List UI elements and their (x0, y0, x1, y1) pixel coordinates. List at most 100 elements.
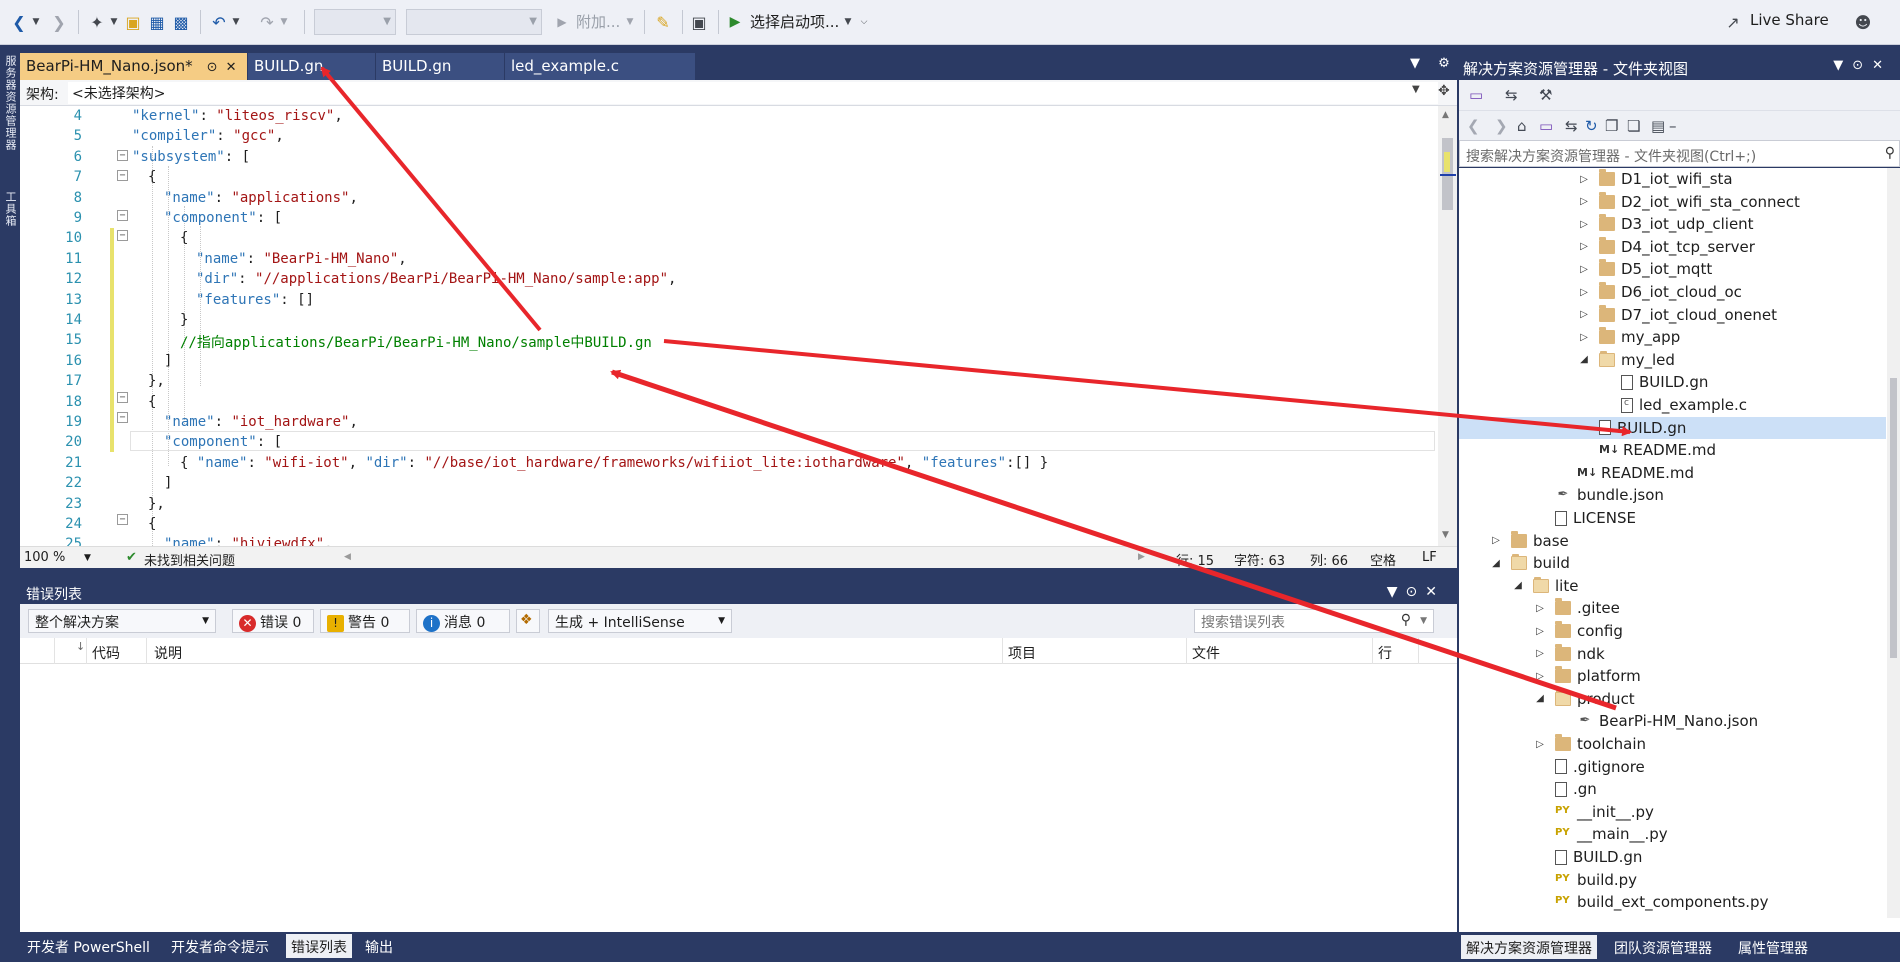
start-play-icon[interactable]: ▶ (726, 10, 744, 34)
properties-icon[interactable]: ▤ (1651, 117, 1665, 135)
close-icon[interactable]: ✕ (1872, 58, 1892, 73)
sync-icon[interactable]: ⇆ (1505, 86, 1518, 104)
tree-node[interactable]: ◢ build (1489, 552, 1570, 574)
col-project[interactable]: 项目 (1008, 643, 1036, 663)
search-icon[interactable]: ⚲ (1401, 612, 1411, 628)
zoom-level[interactable]: 100 % (24, 550, 65, 565)
collapse-arrow-icon[interactable]: ◢ (1511, 580, 1525, 591)
window-position-icon[interactable]: ▼ (1833, 58, 1852, 73)
search-icon[interactable]: ⚲ (1885, 145, 1895, 161)
tab-settings-gear-icon[interactable]: ⚙ (1438, 56, 1450, 71)
tab-bearpi-json[interactable]: BearPi-HM_Nano.json* ⊙ ✕ (20, 53, 247, 80)
line-indicator[interactable]: 行: 15 (1176, 550, 1214, 569)
scroll-up-icon[interactable]: ▲ (1442, 110, 1449, 120)
solution-search-input[interactable]: 搜索解决方案资源管理器 - 文件夹视图(Ctrl+;) ⚲ (1459, 140, 1900, 167)
tree-node[interactable]: .gn (1533, 778, 1597, 800)
fold-toggle-icon[interactable]: − (117, 230, 128, 241)
visual-studio-icon[interactable]: ▭ (1469, 86, 1483, 104)
tree-node[interactable]: ▷ ndk (1533, 643, 1605, 665)
fold-toggle-icon[interactable]: − (117, 412, 128, 423)
sync-active-icon[interactable]: ⇆ (1565, 117, 1578, 135)
tree-node[interactable]: ◢ my_led (1577, 349, 1675, 371)
code-line[interactable]: { (148, 516, 156, 532)
tree-node[interactable]: PY build_ext_components.py (1533, 891, 1768, 913)
char-indicator[interactable]: 字符: 63 (1234, 550, 1285, 569)
code-line[interactable]: "name": "BearPi-HM_Nano", (196, 251, 407, 267)
issues-status[interactable]: 未找到相关问题 (144, 550, 235, 569)
expand-arrow-icon[interactable]: ▷ (1533, 626, 1547, 637)
expand-arrow-icon[interactable]: ▷ (1577, 174, 1591, 185)
col-indicator[interactable]: 列: 66 (1310, 550, 1348, 569)
sort-icon[interactable]: ↓ (76, 640, 85, 653)
expand-arrow-icon[interactable]: ▷ (1533, 739, 1547, 750)
expand-arrow-icon[interactable]: ▷ (1577, 219, 1591, 230)
chevron-down-icon[interactable]: ▼ (1412, 84, 1420, 95)
code-line[interactable]: "features": [] (196, 292, 314, 308)
collapse-arrow-icon[interactable]: ◢ (1533, 693, 1547, 704)
warnings-filter-button[interactable]: ! 警告 0 (320, 609, 410, 633)
collapse-arrow-icon[interactable]: ◢ (1577, 354, 1591, 365)
scroll-left-icon[interactable]: ◀ (344, 552, 351, 562)
toolbox-tab[interactable]: 工具箱 (2, 191, 18, 227)
tree-scrollbar[interactable] (1887, 168, 1900, 918)
show-all-files-icon[interactable]: ❏ (1627, 117, 1640, 135)
tree-node[interactable]: ▷ D2_iot_wifi_sta_connect (1577, 191, 1800, 213)
platform-combo[interactable]: ▼ (406, 9, 542, 35)
expand-arrow-icon[interactable]: ▷ (1577, 196, 1591, 207)
tree-node[interactable]: ▷ D7_iot_cloud_onenet (1577, 304, 1777, 326)
code-line[interactable]: "kernel": "liteos_riscv", (132, 108, 343, 124)
account-icon[interactable]: ☻ (1850, 10, 1876, 34)
expand-arrow-icon[interactable]: ▷ (1533, 648, 1547, 659)
scope-select[interactable]: 整个解决方案 ▼ (28, 609, 216, 633)
code-line[interactable]: "name": "iot_hardware", (164, 414, 358, 430)
tree-node[interactable]: M↓ README.md (1555, 462, 1694, 484)
tree-node[interactable]: ◢ product (1533, 688, 1635, 710)
find-in-files-icon[interactable]: ✎ (652, 10, 674, 34)
col-code[interactable]: 代码 (92, 643, 120, 663)
error-search-input[interactable]: 搜索错误列表 ⚲ ▼ (1194, 609, 1434, 633)
scroll-down-icon[interactable]: ▼ (1442, 530, 1449, 540)
errors-filter-button[interactable]: ✕ 错误 0 (232, 609, 314, 633)
code-line[interactable]: { (148, 394, 156, 410)
save-icon[interactable]: ▦ (146, 10, 168, 34)
tree-node[interactable]: PY build.py (1533, 869, 1637, 891)
tree-node[interactable]: BUILD.gn (1533, 846, 1642, 868)
expand-arrow-icon[interactable]: ▷ (1533, 671, 1547, 682)
save-all-icon[interactable]: ▩ (170, 10, 192, 34)
window-position-icon[interactable]: ▼ (1387, 584, 1406, 600)
tree-node[interactable]: ▷ D6_iot_cloud_oc (1577, 281, 1742, 303)
pin-icon[interactable]: ⊙ (1852, 58, 1872, 73)
code-line[interactable]: "dir": "//applications/BearPi/BearPi-HM_… (196, 271, 676, 287)
tree-node[interactable]: PY __init__.py (1533, 801, 1654, 823)
attach-label[interactable]: 附加... (576, 11, 620, 32)
back-icon[interactable]: ❮ (1467, 117, 1480, 135)
architecture-select[interactable]: <未选择架构> (68, 82, 1438, 104)
filter-icon[interactable]: ❖ (516, 609, 540, 633)
col-description[interactable]: 说明 (154, 643, 182, 663)
tree-node[interactable]: ▷ my_app (1577, 326, 1680, 348)
tree-node[interactable]: BUILD.gn (1599, 371, 1708, 393)
tab-build-gn-1[interactable]: BUILD.gn (248, 53, 375, 80)
code-editor[interactable]: 4 5 6 7 8 9 10 11 12 13 14 15 16 17 18 19 20 21 22 23 24 25 −… (20, 106, 1457, 552)
tree-node[interactable]: ▷ .gitee (1533, 597, 1620, 619)
live-share-label[interactable]: Live Share (1750, 11, 1829, 29)
expand-arrow-icon[interactable]: ▷ (1533, 603, 1547, 614)
build-filter-select[interactable]: 生成 + IntelliSense ▼ (548, 609, 732, 633)
redo-icon[interactable]: ↷ (256, 10, 278, 34)
attach-play-icon[interactable]: ▶ (554, 10, 570, 34)
back-icon[interactable]: ❮ (8, 10, 30, 34)
minus-icon[interactable]: – (1669, 117, 1677, 135)
close-icon[interactable]: ✕ (1425, 584, 1445, 600)
collapse-arrow-icon[interactable]: ◢ (1489, 558, 1503, 569)
pin-icon[interactable]: ⊙ (1406, 584, 1426, 600)
code-line[interactable]: { (148, 169, 156, 185)
wrench-icon[interactable]: ⚒ (1539, 86, 1552, 104)
configuration-combo[interactable]: ▼ (314, 9, 396, 35)
tree-node[interactable]: ▷ D3_iot_udp_client (1577, 213, 1754, 235)
code-line[interactable]: //指向applications/BearPi/BearPi-HM_Nano/s… (180, 332, 652, 352)
expand-arrow-icon[interactable]: ▷ (1577, 332, 1591, 343)
tree-node[interactable]: ▷ base (1489, 530, 1569, 552)
fold-toggle-icon[interactable]: − (117, 392, 128, 403)
zoom-dropdown-icon[interactable]: ▼ (84, 553, 91, 563)
forward-icon[interactable]: ❯ (1495, 117, 1508, 135)
